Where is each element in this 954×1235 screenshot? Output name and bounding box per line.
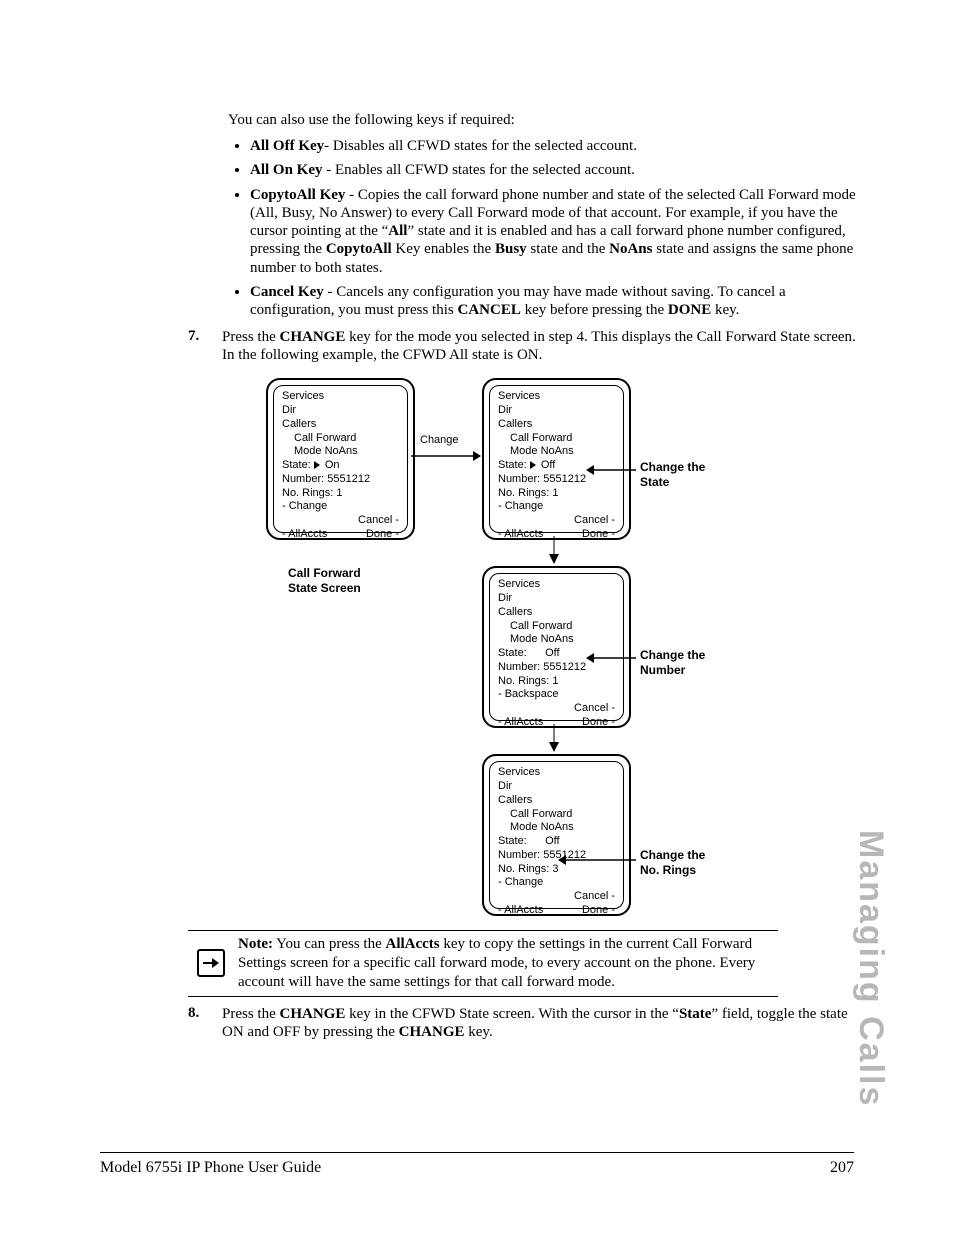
cursor-icon xyxy=(314,461,320,469)
page-footer: Model 6755i IP Phone User Guide 207 xyxy=(100,1152,854,1177)
phone-screen-4: Services Dir Callers Call Forward Mode N… xyxy=(482,754,631,916)
footer-page-number: 207 xyxy=(830,1159,854,1177)
step-7-body: Press the CHANGE key for the mode you se… xyxy=(222,328,868,365)
phone-screen-1: Services Dir Callers Call Forward Mode N… xyxy=(266,378,415,540)
arrow-down-2 xyxy=(548,724,560,752)
arrow-change-rings xyxy=(558,854,636,866)
arrow-down-1 xyxy=(548,536,560,564)
step-7: 7. Press the CHANGE key for the mode you… xyxy=(188,328,868,365)
arrow-change xyxy=(411,450,481,462)
section-title-sidebar: Managing Calls xyxy=(851,830,890,1107)
label-change-rings: Change the No. Rings xyxy=(640,848,705,877)
label-cfss: Call Forward State Screen xyxy=(288,566,361,595)
arrow-change-number xyxy=(586,652,636,664)
cursor-icon xyxy=(530,461,536,469)
step-7-number: 7. xyxy=(188,328,222,365)
page-content: You can also use the following keys if r… xyxy=(188,112,868,1041)
arrow-change-state xyxy=(586,464,636,476)
footer-left: Model 6755i IP Phone User Guide xyxy=(100,1159,321,1177)
bullet-all-off: All Off Key- Disables all CFWD states fo… xyxy=(250,137,868,155)
key-list: All Off Key- Disables all CFWD states fo… xyxy=(228,137,868,320)
label-change-state: Change the State xyxy=(640,460,705,489)
intro-text: You can also use the following keys if r… xyxy=(228,112,868,129)
phone-screen-3: Services Dir Callers Call Forward Mode N… xyxy=(482,566,631,728)
diagram: Services Dir Callers Call Forward Mode N… xyxy=(188,370,868,1020)
label-change: Change xyxy=(420,434,459,448)
bullet-copytoall: CopytoAll Key - Copies the call forward … xyxy=(250,186,868,277)
bullet-cancel: Cancel Key - Cancels any configuration y… xyxy=(250,283,868,320)
bullet-all-on: All On Key - Enables all CFWD states for… xyxy=(250,161,868,179)
phone-screen-2: Services Dir Callers Call Forward Mode N… xyxy=(482,378,631,540)
label-change-number: Change the Number xyxy=(640,648,705,677)
